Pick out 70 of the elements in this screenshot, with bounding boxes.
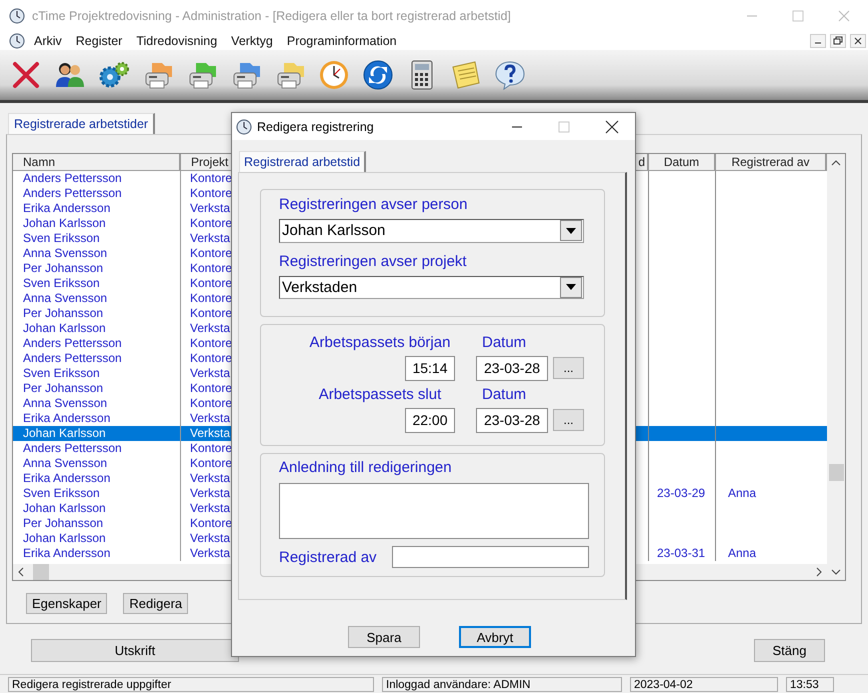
table-cell: Anders Pettersson [23, 186, 122, 200]
field-label: Datum [482, 386, 526, 402]
table-cell: Kontore [190, 441, 232, 455]
status-panel: 2023-04-02 [630, 676, 778, 692]
status-panel: Redigera registrerade uppgifter [8, 676, 374, 692]
table-cell: Kontore [190, 396, 232, 410]
table-cell: Erika Andersson [23, 546, 110, 560]
table-cell: Kontore [190, 336, 232, 350]
dialog-title: Redigera registrering [257, 120, 374, 134]
table-cell: Anders Pettersson [23, 441, 122, 455]
status-panel: Inloggad användare: ADMIN [382, 676, 622, 692]
table-cell: Erika Andersson [23, 201, 110, 215]
table-cell: Johan Karlsson [23, 531, 106, 545]
table-cell: Kontore [190, 306, 232, 320]
table-cell: Kontore [190, 261, 232, 275]
table-cell: Johan Karlsson [23, 321, 106, 335]
table-cell: Sven Eriksson [23, 486, 100, 500]
table-cell: Kontore [190, 216, 232, 230]
table-cell: Verksta [190, 411, 230, 425]
table-cell: Kontore [190, 456, 232, 470]
table-cell: Verksta [190, 231, 230, 245]
table-cell: Verksta [190, 486, 230, 500]
table-cell: Johan Karlsson [23, 216, 106, 230]
table-cell: Per Johansson [23, 381, 104, 395]
table-cell: Kontore [190, 351, 232, 365]
table-cell: Erika Andersson [23, 471, 110, 485]
table-cell: Anna [728, 486, 756, 500]
table-cell: Sven Eriksson [23, 231, 100, 245]
table-cell: Verksta [190, 201, 230, 215]
table-cell: Verksta [190, 501, 230, 515]
field-label: Registrerad av [279, 548, 377, 566]
field-label: Datum [482, 334, 526, 350]
table-cell: Kontore [190, 516, 232, 530]
table-cell: Kontore [190, 186, 232, 200]
table-cell: Verksta [190, 426, 230, 440]
table-cell: Anders Pettersson [23, 351, 122, 365]
window-title: cTime Projektredovisning - Administration - [Redigera eller ta bort registrerad arbetstid] [32, 9, 511, 23]
table-cell: Verksta [190, 321, 230, 335]
field-label: Registreringen avser person [279, 196, 468, 213]
table-cell: Per Johansson [23, 261, 104, 275]
table-cell: Kontore [190, 276, 232, 290]
table-cell: Anna Svensson [23, 396, 108, 410]
table-cell: Anders Pettersson [23, 171, 122, 185]
table-cell: Anna Svensson [23, 246, 108, 260]
field-label: Registreringen avser projekt [279, 252, 468, 270]
table-cell: Kontore [190, 291, 232, 305]
field-label: Arbetspassets början [310, 334, 450, 350]
table-cell: Verksta [190, 471, 230, 485]
table-cell: Anna Svensson [23, 456, 108, 470]
table-cell: Kontore [190, 246, 232, 260]
table-cell: Verksta [190, 366, 230, 380]
table-cell: Verksta [190, 546, 230, 560]
table-cell: Anna [728, 546, 756, 560]
table-cell: Per Johansson [23, 516, 104, 530]
table-cell: Per Johansson [23, 306, 104, 320]
table-cell: Johan Karlsson [23, 426, 106, 440]
status-panel: 13:53 [786, 676, 834, 692]
table-cell: 23-03-31 [657, 546, 706, 560]
table-cell: Anna Svensson [23, 291, 108, 305]
table-cell: Kontore [190, 381, 232, 395]
field-label: Anledning till redigeringen [279, 459, 453, 476]
table-cell: Sven Eriksson [23, 366, 100, 380]
table-cell: Sven Eriksson [23, 276, 100, 290]
field-label: Arbetspassets slut [318, 386, 442, 402]
table-cell: Verksta [190, 531, 230, 545]
table-cell: Erika Andersson [23, 411, 110, 425]
table-cell: Anders Pettersson [23, 336, 122, 350]
table-cell: Johan Karlsson [23, 501, 106, 515]
table-cell: Kontore [190, 171, 232, 185]
table-cell: 23-03-29 [657, 486, 706, 500]
